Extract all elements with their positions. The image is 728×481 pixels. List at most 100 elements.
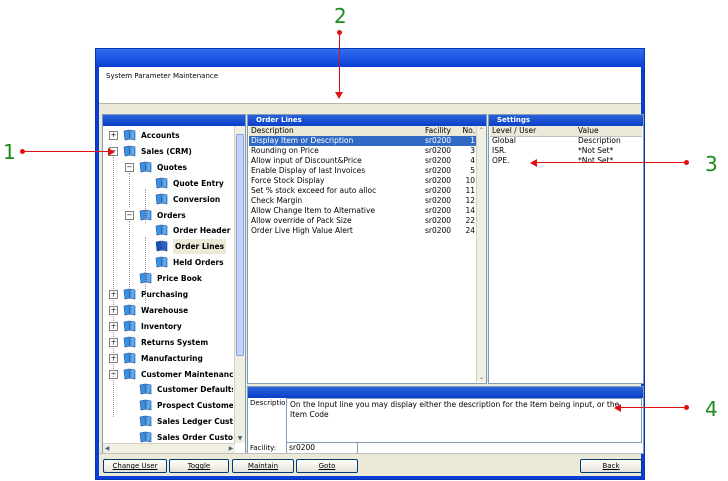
tree-scroll-thumb[interactable] [236, 134, 244, 356]
book-icon [155, 177, 169, 189]
tree-item-held-orders[interactable]: Held Orders [105, 255, 233, 270]
application-window: System Parameter Maintenance +Accounts−S… [95, 48, 645, 480]
table-cell: Allow input of Discount&Price [251, 156, 362, 165]
callout-1-line [22, 151, 114, 152]
table-cell: *Not Set* [578, 146, 614, 155]
table-cell: Set % stock exceed for auto alloc [251, 186, 377, 195]
collapse-icon[interactable]: − [125, 162, 134, 172]
tree-connector [145, 189, 146, 223]
tree-item-inventory[interactable]: + Inventory [105, 319, 233, 334]
column-header[interactable]: Value [578, 126, 644, 136]
table-cell: 10 [465, 176, 475, 185]
column-header[interactable]: Facility [425, 126, 459, 136]
tree-vertical-scrollbar[interactable]: ▼ [234, 126, 245, 443]
tree-item-sales-order-customer[interactable]: Sales Order Customer [105, 430, 233, 443]
column-header[interactable]: Description [251, 126, 421, 136]
tree-item-order-header[interactable]: Order Header [105, 223, 233, 238]
tree-item-purchasing[interactable]: + Purchasing [105, 287, 233, 302]
tree-item-quotes[interactable]: − Quotes [105, 160, 233, 175]
tree-item-accounts[interactable]: + Accounts [105, 128, 233, 143]
table-cell: sr0200 [425, 156, 452, 165]
tree-item-price-book[interactable]: Price Book [105, 271, 233, 286]
table-cell: Order Live High Value Alert [251, 226, 353, 235]
column-header[interactable]: No. [459, 126, 475, 136]
table-row[interactable]: Enable Display of last Invoices sr0200 5 [249, 166, 476, 176]
callout-4-dot [684, 405, 689, 410]
order-lines-scrollbar[interactable]: ⌃ ⌄ [476, 126, 486, 382]
expand-icon[interactable]: + [109, 131, 118, 140]
tree-item-label: Manufacturing [141, 353, 203, 363]
table-cell: sr0200 [425, 136, 452, 145]
description-text[interactable]: On the Input line you may display either… [286, 398, 642, 443]
table-row[interactable]: Set % stock exceed for auto alloc sr0200 1… [249, 186, 476, 196]
callout-4-arrowhead [614, 404, 621, 412]
tree-item-label: Customer Maintenance [141, 369, 233, 379]
book-icon [139, 161, 153, 173]
table-cell: Enable Display of last Invoices [251, 166, 366, 175]
table-cell: sr0200 [425, 206, 452, 215]
table-row[interactable]: Global Description [490, 136, 642, 146]
table-row[interactable]: ISR. *Not Set* [490, 146, 642, 156]
table-row[interactable]: Allow input of Discount&Price sr0200 4 [249, 156, 476, 166]
table-row[interactable]: Allow Change Item to Alternative sr0200 14 [249, 206, 476, 216]
scroll-down-icon[interactable]: ▼ [235, 435, 245, 442]
tree-item-prospect-customer[interactable]: Prospect Customer [105, 398, 233, 413]
goto-button[interactable]: Goto [296, 459, 358, 473]
tree-item-sales-ledger-custome[interactable]: Sales Ledger Custome [105, 414, 233, 429]
facility-label: Facility: [250, 444, 277, 452]
tree-item-conversion[interactable]: Conversion [105, 192, 233, 207]
book-icon [139, 272, 153, 284]
table-cell: 5 [470, 166, 475, 175]
table-cell: Global [492, 136, 516, 145]
table-row[interactable]: Force Stock Display sr0200 10 [249, 176, 476, 186]
back-button[interactable]: Back [580, 459, 642, 473]
table-row[interactable]: Allow override of Pack Size sr0200 22 [249, 216, 476, 226]
collapse-icon[interactable]: − [125, 210, 134, 220]
table-cell: Display Item or Description [251, 136, 354, 145]
double-up-icon[interactable]: ⌃ [477, 127, 486, 134]
table-cell: 14 [465, 206, 475, 215]
maintain-button[interactable]: Maintain [232, 459, 294, 473]
table-cell: 24 [465, 226, 475, 235]
book-icon [139, 399, 153, 411]
table-row[interactable]: Rounding on Price sr0200 3 [249, 146, 476, 156]
callout-4-line [620, 407, 686, 408]
table-cell: 12 [465, 196, 475, 205]
order-lines-grid[interactable]: Description Facility No. Display Item or De… [249, 126, 476, 382]
tree-item-order-lines[interactable]: Order Lines [105, 239, 233, 255]
window-client-area: System Parameter Maintenance +Accounts−S… [99, 67, 644, 476]
tree-horizontal-scrollbar[interactable]: ◀ ▶ [103, 443, 235, 453]
scroll-left-icon[interactable]: ◀ [103, 445, 111, 452]
table-cell: 1 [470, 136, 475, 145]
column-header[interactable]: Level / User [492, 126, 576, 136]
tree-item-label: Price Book [157, 274, 202, 284]
table-row[interactable]: Order Live High Value Alert sr0200 24 [249, 226, 476, 236]
table-row[interactable]: OPE. *Not Set* [490, 156, 642, 166]
tree-item-orders[interactable]: − Orders [105, 208, 233, 223]
table-row[interactable]: Check Margin sr0200 12 [249, 196, 476, 206]
tree-item-customer-maintenance[interactable]: − Customer Maintenance [105, 367, 233, 382]
tree-item-warehouse[interactable]: + Warehouse [105, 303, 233, 318]
scroll-right-icon[interactable]: ▶ [227, 445, 235, 452]
book-icon [139, 383, 153, 395]
tree-item-sales-crm[interactable]: −Sales (CRM) [105, 144, 233, 159]
tree-item-returns-system[interactable]: + Returns System [105, 335, 233, 350]
book-icon [123, 304, 137, 316]
double-down-icon[interactable]: ⌄ [477, 374, 486, 381]
toggle-button[interactable]: Toggle [169, 459, 229, 473]
table-cell: sr0200 [425, 176, 452, 185]
tree-item-quote-entry[interactable]: Quote Entry [105, 176, 233, 191]
table-cell: 4 [470, 156, 475, 165]
table-row[interactable]: Display Item or Description sr0200 1 [249, 136, 476, 146]
tree-item-manufacturing[interactable]: + Manufacturing [105, 351, 233, 366]
settings-grid[interactable]: Level / User Value Global Description ISR. *N… [490, 126, 642, 382]
tree-item-customer-defaults[interactable]: Customer Defaults [105, 382, 233, 397]
book-icon [123, 129, 137, 141]
tree-item-label: Accounts [141, 131, 180, 140]
window-title-bar[interactable] [96, 49, 644, 67]
book-icon [123, 368, 137, 380]
change-user-button[interactable]: Change User [103, 459, 167, 473]
navigation-tree[interactable]: + Accounts −Sales (CRM)−Quotes Quote Entry C… [105, 127, 233, 443]
tree-item-label: Quote Entry [173, 178, 224, 188]
tree-item-label: Returns System [141, 337, 209, 347]
